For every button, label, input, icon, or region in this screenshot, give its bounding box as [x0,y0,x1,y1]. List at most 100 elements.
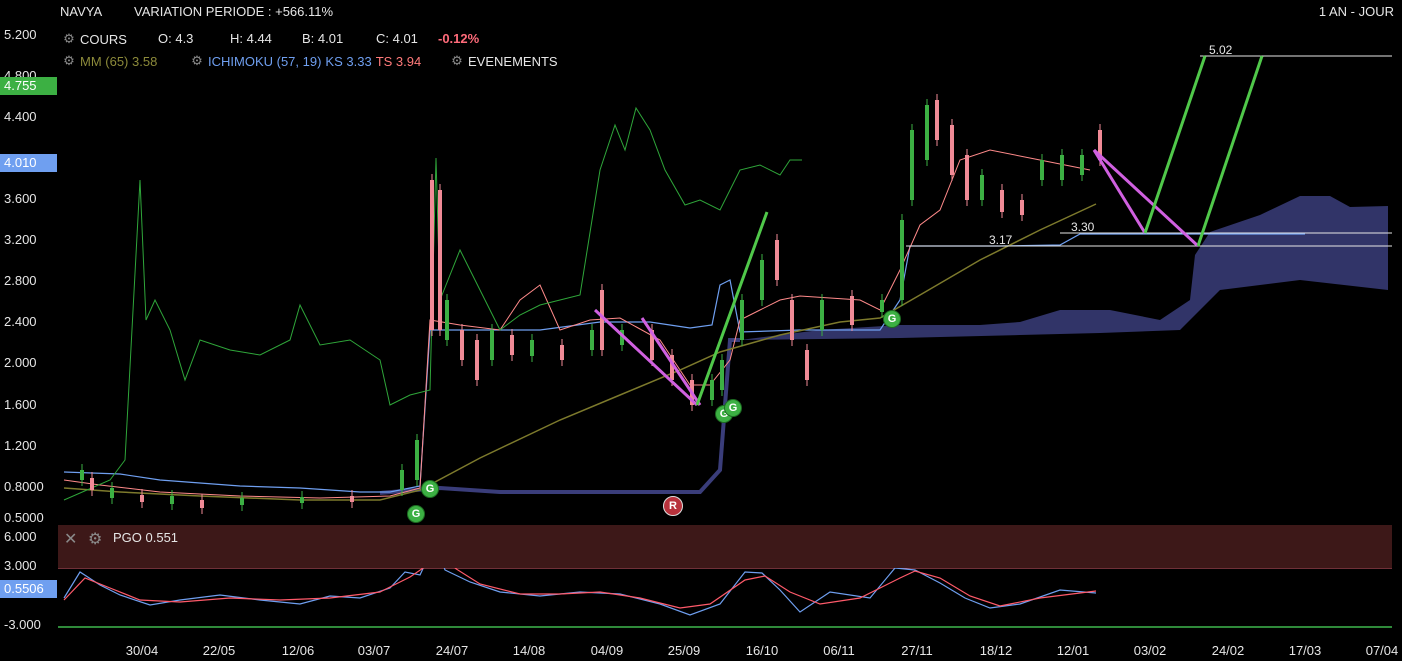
trend-line-up [695,211,769,406]
candle-body [720,360,724,390]
level-label-low: 3.17 [989,233,1013,247]
ticker-name: NAVYA [60,4,103,19]
candle-body [400,470,404,490]
legend-ichimoku[interactable]: ⚙ ICHIMOKU (57, 19) KS 3.33 TS 3.94 [190,53,421,69]
mm-label: MM (65) 3.58 [80,53,158,69]
candle-body [350,496,354,502]
x-axis-label: 14/08 [512,643,546,658]
candle-body [300,497,304,503]
kijun-line [63,233,1305,493]
candle-body [1020,200,1024,215]
candle-body [200,500,204,508]
x-axis-label: 03/07 [357,643,391,658]
candle-body [530,340,534,356]
period-selector[interactable]: 1 AN - JOUR [1319,4,1394,19]
x-axis-label: 16/10 [745,643,779,658]
y-axis-label: 2.400 [4,314,37,329]
level-label-mid: 3.30 [1071,220,1095,234]
level-label-top: 5.02 [1209,43,1233,57]
candle-body [590,330,594,350]
x-axis-label: 24/02 [1211,643,1245,658]
candle-body [925,105,929,160]
event-marker-g[interactable]: G [883,310,901,328]
ts-label: TS 3.94 [375,53,422,69]
candle-body [430,180,434,330]
legend-mm[interactable]: ⚙ MM (65) 3.58 [62,53,157,69]
candle-body [965,155,969,200]
candle-body [935,100,939,140]
legend-cours[interactable]: ⚙ COURS [62,31,127,47]
trend-line-up [1196,55,1264,247]
candle-body [445,300,449,340]
legend-evenements[interactable]: ⚙ EVENEMENTS [450,53,558,69]
candle-body [80,470,84,480]
candle-body [140,495,144,502]
candle-body [490,330,494,360]
candle-body [600,290,604,350]
gear-icon[interactable]: ⚙ [62,53,76,69]
candle-body [760,260,764,300]
event-marker-g[interactable]: G [421,480,439,498]
x-axis-label: 30/04 [125,643,159,658]
candle-body [775,240,779,280]
close-icon[interactable]: ✕ [64,529,77,549]
y-axis-label: 2.000 [4,355,37,370]
candle-body [1080,155,1084,175]
event-marker-g[interactable]: G [724,399,742,417]
candle-body [110,488,114,498]
pgo-axis-6: 6.000 [4,529,37,544]
candle-body [438,190,442,330]
gear-icon[interactable]: ⚙ [190,53,204,69]
close-value: C: 4.01 [376,31,418,46]
candle-body [710,380,714,400]
candle-body [1040,160,1044,180]
y-axis-label: 5.200 [4,27,37,42]
x-axis-label: 12/01 [1056,643,1090,658]
x-axis-label: 22/05 [202,643,236,658]
ichimoku-cloud [740,196,1388,340]
candle-body [170,496,174,504]
y-axis-label: 3.600 [4,191,37,206]
high-value: H: 4.44 [230,31,272,46]
x-axis-label: 25/09 [667,643,701,658]
x-axis-label: 17/03 [1288,643,1322,658]
pgo-axis-neg3: -3.000 [4,617,41,632]
candle-body [240,498,244,505]
low-value: B: 4.01 [302,31,344,46]
mm65-line [63,203,1097,501]
candle-body [980,175,984,200]
candle-body [900,220,904,300]
candle-body [880,300,884,312]
evenements-label: EVENEMENTS [468,53,558,69]
candle-body [910,130,914,200]
event-marker-r[interactable]: R [663,496,683,516]
candle-body [510,335,514,355]
candle-body [90,478,94,490]
candle-body [950,125,954,175]
candle-body [1060,155,1064,180]
candle-body [560,345,564,360]
x-axis-label: 24/07 [435,643,469,658]
event-marker-g[interactable]: G [407,505,425,523]
candle-body [475,340,479,380]
pgo-axis-3: 3.000 [4,558,37,573]
candle-body [850,296,854,325]
change-value: -0.12% [438,31,480,46]
gear-icon[interactable]: ⚙ [88,529,102,549]
ichimoku-cloud-edge [379,338,740,495]
variation-periode: VARIATION PERIODE : +566.11% [134,4,334,19]
candle-body [790,300,794,340]
gear-icon[interactable]: ⚙ [450,53,464,69]
pgo-header-bar [58,525,1392,568]
candle-body [740,300,744,340]
open-value: O: 4.3 [158,31,194,46]
candle-body [460,330,464,360]
candle-body [820,300,824,330]
y-axis-label: 1.600 [4,397,37,412]
y-axis-label: 2.800 [4,273,37,288]
y-axis-label: 0.8000 [4,479,44,494]
gear-icon[interactable]: ⚙ [62,31,76,47]
x-axis-label: 03/02 [1133,643,1167,658]
y-axis-label: 0.5000 [4,510,44,525]
candle-body [1000,190,1004,212]
